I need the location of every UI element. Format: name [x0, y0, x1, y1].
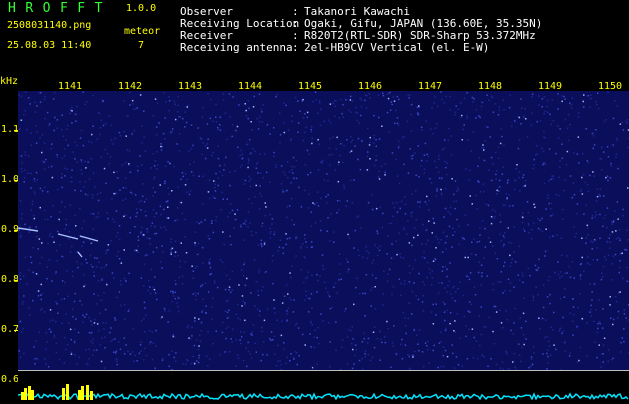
divider-line [18, 370, 629, 371]
meteor-label: meteor [124, 26, 160, 37]
antenna-value: 2el-HB9CV Vertical (el. E-W) [304, 41, 489, 54]
app-version: 1.0.0 [126, 3, 156, 14]
file-name: 2508031140.png [7, 20, 91, 31]
antenna-label: Receiving antenna [180, 41, 293, 54]
spectrum-plot [18, 372, 629, 400]
colon: : [292, 41, 299, 54]
spectrum-trace [18, 372, 629, 400]
y-axis-unit: kHz [0, 76, 18, 87]
date-time: 25.08.03 11:40 [7, 40, 91, 51]
waterfall-spectrogram [18, 91, 629, 370]
meteor-count: 7 [138, 40, 144, 51]
app-title: HROFFT [8, 1, 112, 16]
waterfall-noise [18, 91, 629, 370]
y-tick-0.6: 0.6 [1, 374, 19, 385]
